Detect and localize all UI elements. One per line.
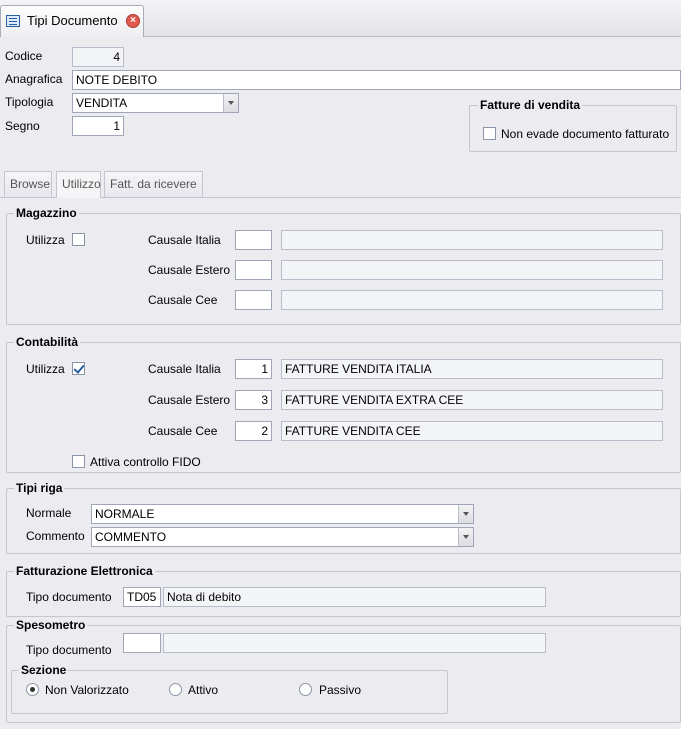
chevron-down-icon[interactable] [458, 528, 473, 546]
radio-non-valorizzato[interactable] [26, 683, 39, 696]
anagrafica-label: Anagrafica [5, 72, 63, 86]
normale-value: NORMALE [95, 507, 155, 521]
commento-value: COMMENTO [95, 530, 167, 544]
magazzino-causale-estero-label: Causale Estero [148, 263, 231, 277]
commento-select[interactable]: COMMENTO [91, 527, 474, 547]
magazzino-causale-cee-label: Causale Cee [148, 293, 218, 307]
magazzino-causale-italia-label: Causale Italia [148, 233, 221, 247]
magazzino-causale-estero-desc [281, 260, 663, 280]
contabilita-causale-italia-desc: FATTURE VENDITA ITALIA [281, 359, 663, 379]
contabilita-causale-italia-label: Causale Italia [148, 362, 221, 376]
contabilita-utilizza-label: Utilizza [26, 362, 65, 376]
contabilita-causale-estero-code[interactable]: 3 [235, 390, 272, 410]
anagrafica-field[interactable]: NOTE DEBITO [72, 70, 681, 90]
tab-browse[interactable]: Browse [4, 171, 52, 197]
tipi-riga-title: Tipi riga [14, 481, 65, 495]
normale-label: Normale [26, 506, 72, 520]
contabilita-causale-cee-label: Causale Cee [148, 424, 218, 438]
radio-non-valorizzato-label: Non Valorizzato [45, 683, 129, 697]
chevron-down-icon[interactable] [223, 94, 238, 112]
codice-field[interactable]: 4 [72, 47, 124, 67]
codice-label: Codice [5, 49, 43, 63]
normale-select[interactable]: NORMALE [91, 504, 474, 524]
contabilita-utilizza-checkbox[interactable] [72, 362, 85, 375]
radio-attivo-label: Attivo [188, 683, 219, 697]
spesometro-title: Spesometro [14, 618, 88, 632]
magazzino-utilizza-label: Utilizza [26, 233, 65, 247]
contabilita-causale-cee-desc: FATTURE VENDITA CEE [281, 421, 663, 441]
magazzino-causale-italia-code[interactable] [235, 230, 272, 250]
contabilita-title: Contabilità [14, 335, 80, 349]
radio-passivo-label: Passivo [319, 683, 362, 697]
non-evade-label: Non evade documento fatturato [501, 127, 670, 141]
radio-attivo[interactable] [169, 683, 182, 696]
magazzino-causale-estero-code[interactable] [235, 260, 272, 280]
contabilita-causale-estero-desc: FATTURE VENDITA EXTRA CEE [281, 390, 663, 410]
document-tab-strip: Tipi Documento × [0, 0, 681, 37]
magazzino-causale-italia-desc [281, 230, 663, 250]
contabilita-causale-estero-label: Causale Estero [148, 393, 231, 407]
fido-label: Attiva controllo FIDO [90, 455, 201, 469]
document-list-icon [6, 15, 20, 27]
fatturazione-tipo-desc: Nota di debito [163, 587, 546, 607]
chevron-down-icon[interactable] [458, 505, 473, 523]
fido-checkbox[interactable] [72, 455, 85, 468]
tipologia-value: VENDITA [76, 96, 128, 110]
contabilita-causale-cee-code[interactable]: 2 [235, 421, 272, 441]
magazzino-utilizza-checkbox[interactable] [72, 233, 85, 246]
segno-field[interactable]: 1 [72, 116, 124, 136]
commento-label: Commento [26, 529, 85, 543]
spesometro-tipo-code[interactable] [123, 633, 161, 653]
fatturazione-tipo-label: Tipo documento [26, 590, 112, 604]
segno-label: Segno [5, 119, 40, 133]
fatture-vendita-title: Fatture di vendita [478, 98, 583, 112]
tab-divider [0, 197, 681, 198]
tab-utilizzo[interactable]: Utilizzo [56, 171, 101, 198]
magazzino-title: Magazzino [14, 206, 79, 220]
non-evade-checkbox[interactable] [483, 127, 496, 140]
close-icon[interactable]: × [126, 14, 140, 28]
tipologia-select[interactable]: VENDITA [72, 93, 239, 113]
magazzino-causale-cee-desc [281, 290, 663, 310]
spesometro-tipo-desc [163, 633, 546, 653]
fatturazione-title: Fatturazione Elettronica [14, 564, 155, 578]
contabilita-causale-italia-code[interactable]: 1 [235, 359, 272, 379]
magazzino-causale-cee-code[interactable] [235, 290, 272, 310]
spesometro-tipo-label: Tipo documento [26, 643, 112, 657]
document-tab[interactable]: Tipi Documento × [0, 5, 144, 37]
radio-passivo[interactable] [299, 683, 312, 696]
tab-fatt-ricevere[interactable]: Fatt. da ricevere [104, 171, 203, 197]
sezione-title: Sezione [19, 663, 69, 677]
document-tab-title: Tipi Documento [27, 13, 118, 28]
tipologia-label: Tipologia [5, 95, 54, 109]
fatturazione-tipo-code[interactable]: TD05 [123, 587, 161, 607]
